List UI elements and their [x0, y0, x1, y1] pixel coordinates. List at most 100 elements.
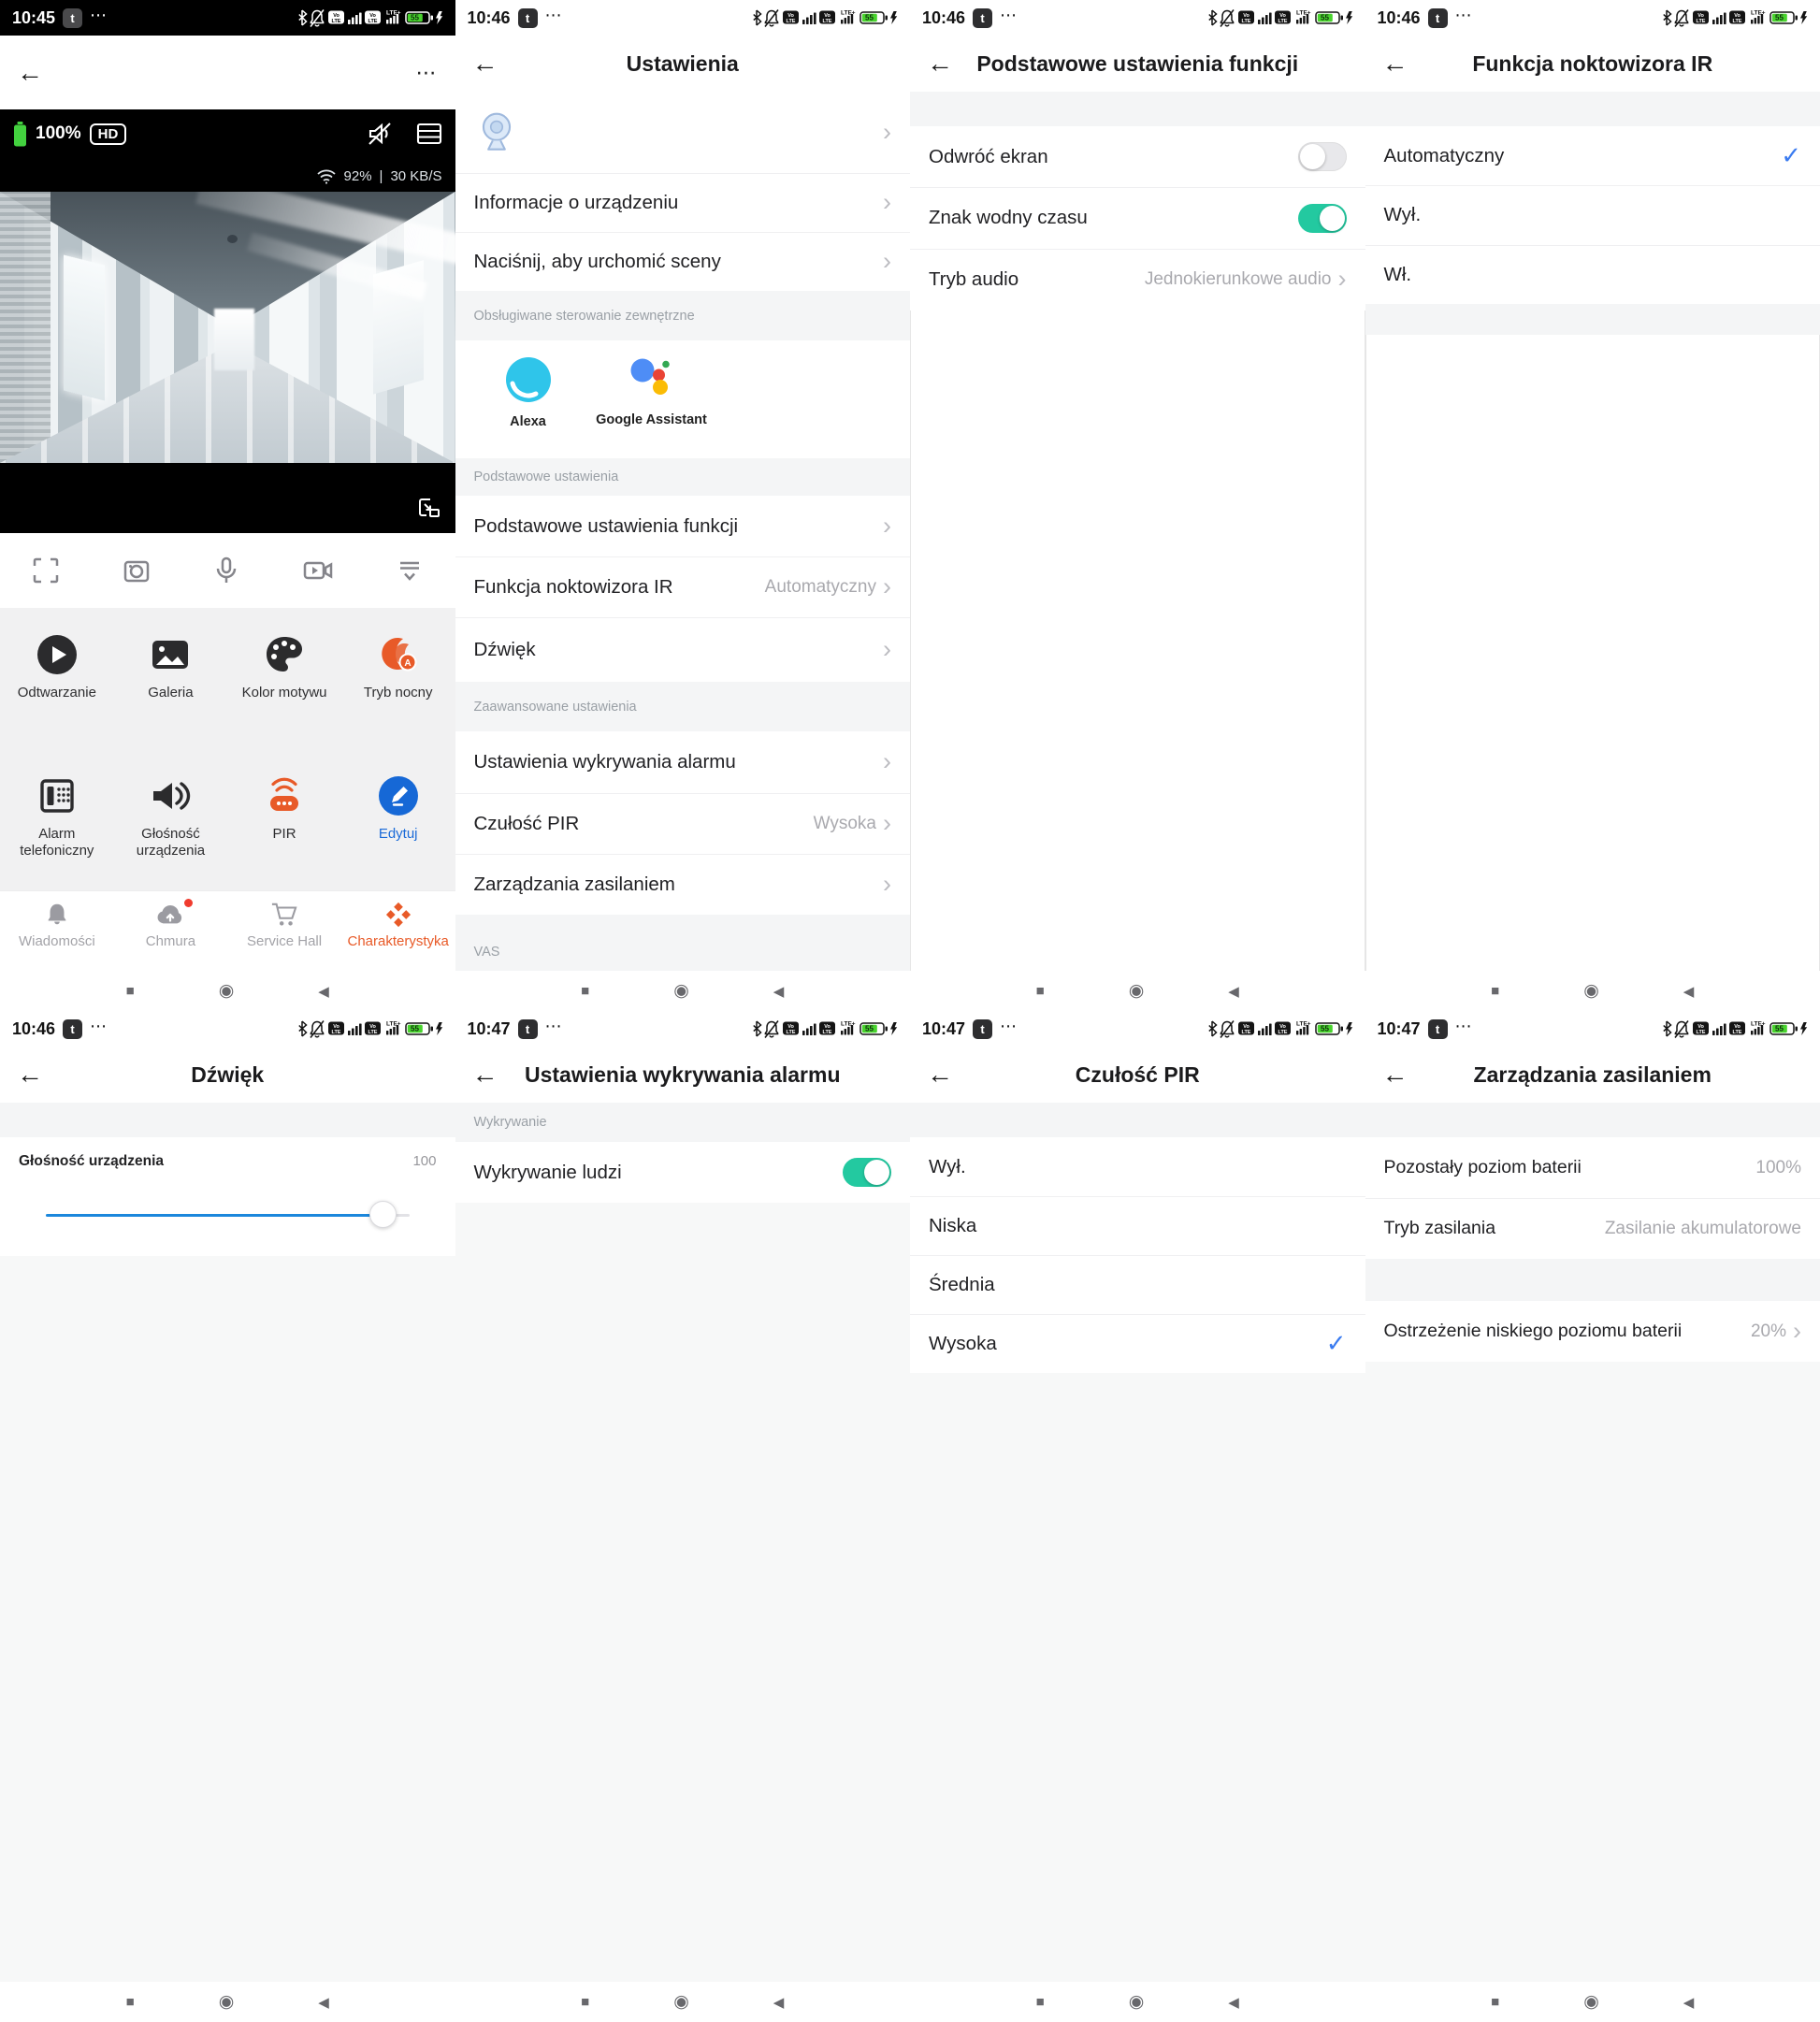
- fullscreen-icon[interactable]: [32, 556, 60, 585]
- android-nav-bar: ■ ◉ ◀: [1365, 971, 1820, 1011]
- volume-value: 100: [412, 1153, 436, 1169]
- signal-bars-icon: [1258, 13, 1272, 25]
- option-low[interactable]: Niska: [910, 1196, 1365, 1255]
- collapse-panel-icon[interactable]: [396, 556, 424, 585]
- status-more-icon: ⋯: [1000, 6, 1018, 25]
- feature-playback[interactable]: Odtwarzanie: [0, 608, 114, 749]
- alexa-item[interactable]: Alexa: [480, 355, 577, 429]
- nav-home-icon[interactable]: ◉: [673, 980, 689, 1002]
- volte-badge-2: VoLTE: [1275, 1022, 1291, 1036]
- feature-night-mode[interactable]: A Tryb nocny: [341, 608, 455, 749]
- nav-recents-icon[interactable]: ■: [1491, 1994, 1499, 2010]
- battery-icon: 55: [860, 12, 888, 23]
- nav-home-icon[interactable]: ◉: [1583, 1991, 1599, 2013]
- nav-recents-icon[interactable]: ■: [1036, 1994, 1045, 2010]
- nav-home-icon[interactable]: ◉: [219, 1991, 235, 2013]
- human-detection-toggle[interactable]: [843, 1158, 891, 1187]
- back-arrow-icon[interactable]: ←: [927, 51, 953, 77]
- record-icon[interactable]: [303, 556, 333, 585]
- nav-home-icon[interactable]: ◉: [673, 1991, 689, 2013]
- nav-back-icon[interactable]: ◀: [318, 1994, 329, 2011]
- feature-edit[interactable]: Edytuj: [341, 749, 455, 890]
- option-off[interactable]: Wył.: [910, 1137, 1365, 1196]
- nav-back-icon[interactable]: ◀: [1228, 983, 1239, 1000]
- feature-theme-color[interactable]: Kolor motywu: [227, 608, 341, 749]
- nav-back-icon[interactable]: ◀: [1683, 1994, 1695, 2011]
- nav-recents-icon[interactable]: ■: [126, 983, 135, 999]
- microphone-icon[interactable]: [212, 556, 240, 585]
- nav-back-icon[interactable]: ◀: [773, 983, 785, 1000]
- row-run-scenes[interactable]: Naciśnij, aby urchomić sceny ›: [455, 232, 911, 291]
- more-menu-icon[interactable]: ⋯: [416, 61, 439, 85]
- row-device-info[interactable]: Informacje o urządzeniu ›: [455, 173, 911, 232]
- google-assistant-item[interactable]: Google Assistant: [577, 355, 727, 427]
- row-pir-sensitivity[interactable]: Czułość PIR Wysoka›: [455, 793, 911, 854]
- svg-text:55: 55: [1321, 1025, 1329, 1033]
- feature-gallery[interactable]: Galeria: [114, 608, 228, 749]
- nav-recents-icon[interactable]: ■: [581, 983, 589, 999]
- nav-recents-icon[interactable]: ■: [1491, 983, 1499, 999]
- volume-card: Głośność urządzenia 100: [0, 1137, 455, 1256]
- row-sound[interactable]: Dźwięk ›: [455, 617, 911, 682]
- nav-home-icon[interactable]: ◉: [219, 980, 235, 1002]
- option-high[interactable]: Wysoka ✓: [910, 1314, 1365, 1373]
- nav-home-icon[interactable]: ◉: [1129, 1991, 1145, 2013]
- volume-slider[interactable]: [46, 1214, 410, 1217]
- video-player[interactable]: 100% HD 92% | 30 KB/S: [0, 109, 455, 533]
- option-off[interactable]: Wył.: [1365, 185, 1820, 245]
- nav-recents-icon[interactable]: ■: [126, 1994, 135, 2010]
- back-arrow-icon[interactable]: ←: [17, 1062, 43, 1088]
- device-row[interactable]: ›: [455, 92, 911, 173]
- option-automatic[interactable]: Automatyczny ✓: [1365, 126, 1820, 185]
- back-arrow-icon[interactable]: ←: [472, 51, 498, 77]
- nav-recents-icon[interactable]: ■: [581, 1994, 589, 2010]
- flip-screen-toggle[interactable]: [1298, 142, 1347, 171]
- caller-app-icon: t: [63, 1019, 82, 1039]
- play-circle-icon: [36, 632, 79, 677]
- svg-text:LTE: LTE: [1733, 1030, 1742, 1035]
- row-low-battery-warning[interactable]: Ostrzeżenie niskiego poziomu baterii 20%…: [1365, 1301, 1820, 1362]
- tab-messages[interactable]: Wiadomości: [0, 891, 114, 972]
- quality-list-icon[interactable]: [416, 122, 442, 146]
- nav-home-icon[interactable]: ◉: [1129, 980, 1145, 1002]
- svg-text:Vo: Vo: [1697, 1024, 1704, 1030]
- back-arrow-icon[interactable]: ←: [1382, 1062, 1408, 1088]
- time-watermark-toggle[interactable]: [1298, 204, 1347, 233]
- svg-text:Vo: Vo: [369, 13, 376, 19]
- feature-device-volume[interactable]: Głośność urządzenia: [114, 749, 228, 890]
- tab-cloud[interactable]: Chmura: [114, 891, 228, 972]
- picture-in-picture-icon[interactable]: [416, 496, 442, 520]
- row-power-management[interactable]: Zarządzania zasilaniem ›: [455, 854, 911, 915]
- four-diamonds-icon: [385, 901, 412, 929]
- option-medium[interactable]: Średnia: [910, 1255, 1365, 1314]
- row-audio-mode[interactable]: Tryb audio Jednokierunkowe audio›: [910, 249, 1365, 311]
- feature-pir[interactable]: PIR: [227, 749, 341, 890]
- tab-service-hall[interactable]: Service Hall: [227, 891, 341, 972]
- nav-back-icon[interactable]: ◀: [318, 983, 329, 1000]
- status-time: 10:46: [1378, 8, 1421, 28]
- nav-home-icon[interactable]: ◉: [1583, 980, 1599, 1002]
- volte-badge-2: VoLTE: [1275, 11, 1291, 25]
- row-alarm-detection[interactable]: Ustawienia wykrywania alarmu ›: [455, 731, 911, 793]
- lte-plus-signal-icon: LTE+: [841, 10, 856, 24]
- nav-back-icon[interactable]: ◀: [1683, 983, 1695, 1000]
- nav-back-icon[interactable]: ◀: [1228, 1994, 1239, 2011]
- option-on[interactable]: Wł.: [1365, 245, 1820, 304]
- back-arrow-icon[interactable]: ←: [472, 1062, 498, 1088]
- mute-speaker-icon[interactable]: [366, 120, 394, 148]
- row-ir-night-vision[interactable]: Funkcja noktowizora IR Automatyczny›: [455, 556, 911, 617]
- back-arrow-icon[interactable]: ←: [17, 60, 43, 86]
- battery-icon: 55: [406, 1023, 433, 1034]
- snapshot-icon[interactable]: [123, 556, 151, 585]
- row-basic-functions[interactable]: Podstawowe ustawienia funkcji ›: [455, 496, 911, 556]
- camera-battery-percent: 100%: [36, 123, 81, 144]
- tab-characteristics[interactable]: Charakterystyka: [341, 891, 455, 972]
- row-value: Jednokierunkowe audio: [1145, 269, 1332, 290]
- status-time: 10:47: [1378, 1019, 1421, 1039]
- back-arrow-icon[interactable]: ←: [927, 1062, 953, 1088]
- hd-badge[interactable]: HD: [90, 123, 127, 145]
- feature-phone-alarm[interactable]: Alarm telefoniczny: [0, 749, 114, 890]
- back-arrow-icon[interactable]: ←: [1382, 51, 1408, 77]
- nav-recents-icon[interactable]: ■: [1036, 983, 1045, 999]
- nav-back-icon[interactable]: ◀: [773, 1994, 785, 2011]
